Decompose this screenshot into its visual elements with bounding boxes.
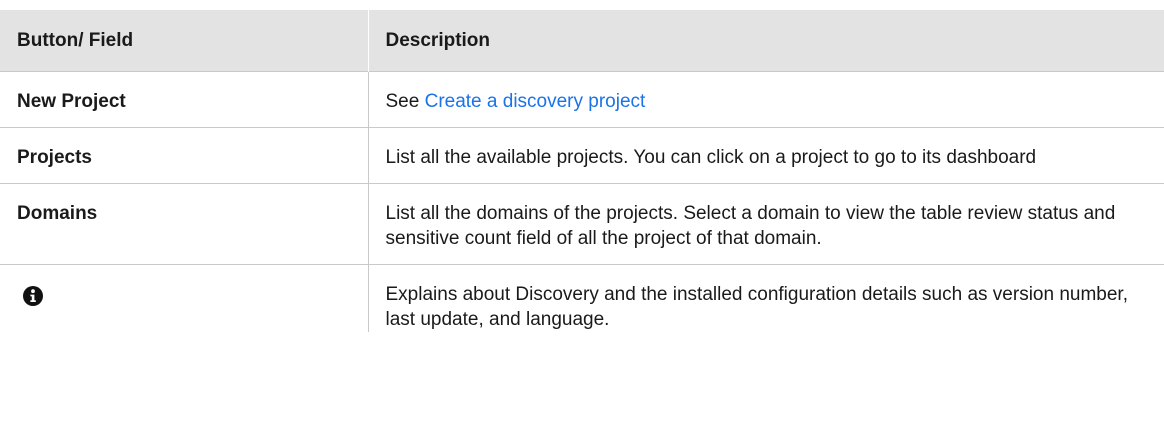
field-info [0, 264, 369, 332]
table-header-row: Button/ Field Description [0, 10, 1164, 71]
table-row-projects: Projects List all the available projects… [0, 127, 1164, 183]
create-discovery-project-link[interactable]: Create a discovery project [425, 91, 646, 112]
table-row-info: Explains about Discovery and the install… [0, 264, 1164, 332]
field-domains: Domains [0, 183, 369, 264]
info-circle-icon [23, 285, 43, 306]
table-row-new-project: New Project See Create a discovery proje… [0, 71, 1164, 127]
field-new-project: New Project [0, 71, 369, 127]
field-projects: Projects [0, 127, 369, 183]
button-field-reference-table: Button/ Field Description New Project Se… [0, 10, 1164, 332]
header-description: Description [385, 29, 491, 51]
reference-table-container: Button/ Field Description New Project Se… [0, 0, 1164, 428]
description-prefix: See [385, 90, 425, 112]
table-row-domains: Domains List all the domains of the proj… [0, 183, 1164, 264]
description-projects: List all the available projects. You can… [385, 146, 1037, 168]
description-domains: List all the domains of the projects. Se… [385, 202, 1116, 249]
description-info: Explains about Discovery and the install… [385, 283, 1128, 330]
description-new-project: See Create a discovery project [368, 71, 1164, 127]
header-button-field: Button/ Field [0, 10, 369, 71]
